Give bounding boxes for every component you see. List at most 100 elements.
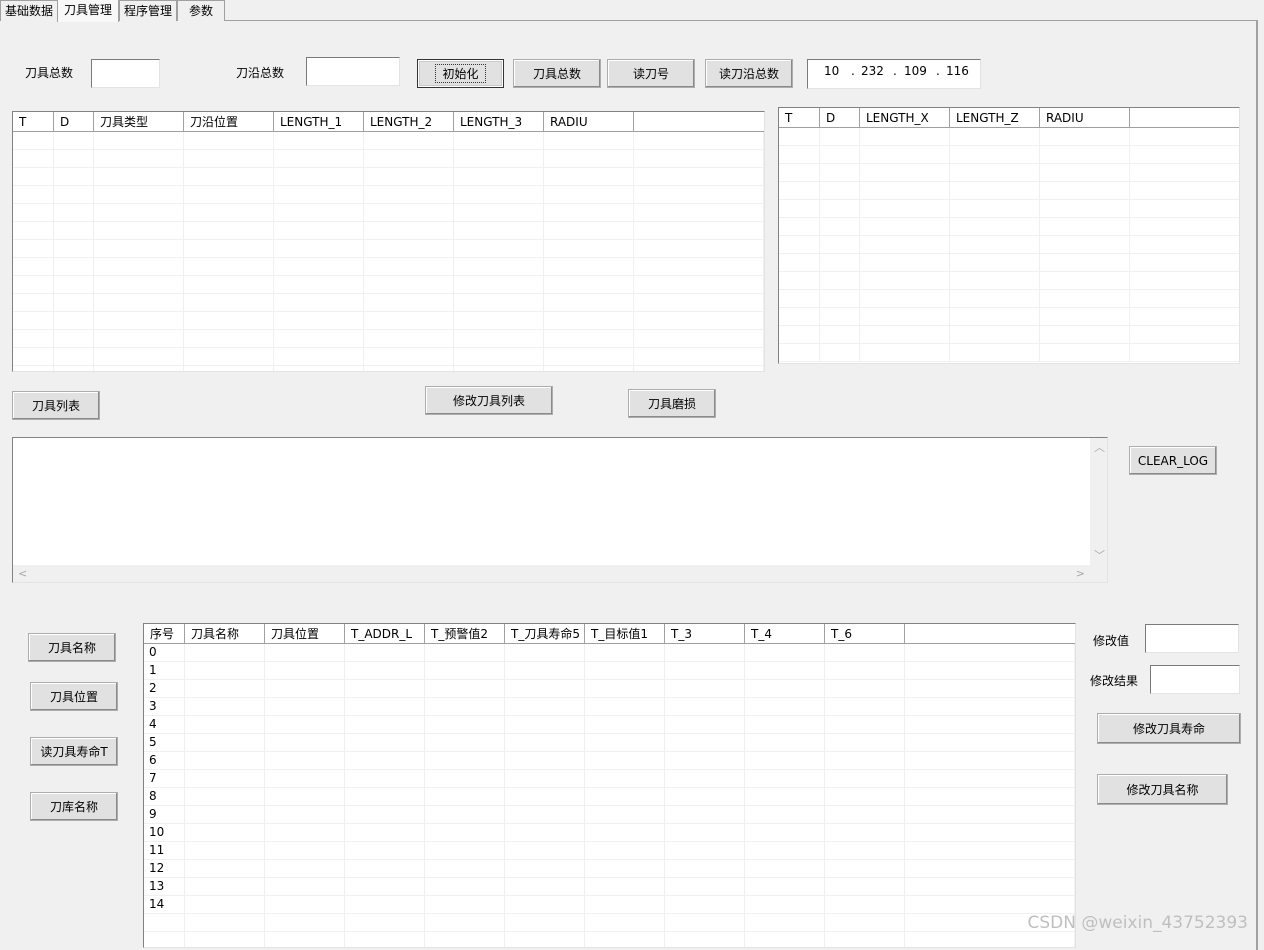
table-row[interactable] [13, 276, 764, 294]
column-header[interactable]: RADIU [544, 112, 634, 131]
table-row[interactable] [13, 132, 764, 150]
horizontal-scrollbar[interactable]: < > [13, 565, 1107, 582]
table-row[interactable] [13, 168, 764, 186]
column-header[interactable]: T_6 [825, 624, 905, 643]
table-row[interactable] [144, 932, 1075, 947]
table-row[interactable] [779, 236, 1239, 254]
log-textarea[interactable]: ︿ ﹀ < > [12, 437, 1108, 583]
modify-tool-life-button[interactable]: 修改刀具寿命 [1097, 713, 1241, 744]
ip-address-field[interactable]: 10 . 232 . 109 . 116 [807, 59, 981, 89]
column-header[interactable]: T_目标值1 [585, 624, 665, 643]
column-header[interactable]: LENGTH_1 [274, 112, 364, 131]
column-header[interactable]: T_预警值2 [425, 624, 505, 643]
table-row[interactable]: 12 [144, 860, 1075, 878]
table-row[interactable] [779, 290, 1239, 308]
table-row[interactable] [779, 218, 1239, 236]
table-row[interactable] [13, 258, 764, 276]
column-header[interactable]: 刀沿位置 [184, 112, 274, 131]
tool-total-button[interactable]: 刀具总数 [513, 59, 601, 88]
table-row[interactable]: 5 [144, 734, 1075, 752]
table-row[interactable] [13, 330, 764, 348]
tool-offset-table[interactable]: T D LENGTH_X LENGTH_Z RADIU [778, 107, 1240, 364]
table-row[interactable] [13, 240, 764, 258]
scroll-right-icon[interactable]: > [1076, 568, 1085, 579]
table-row[interactable] [13, 294, 764, 312]
column-header[interactable]: T_4 [745, 624, 825, 643]
tool-name-button[interactable]: 刀具名称 [28, 633, 116, 662]
ip-octet-1[interactable]: 10 [824, 64, 839, 78]
read-tool-life-button[interactable]: 读刀具寿命T [30, 737, 118, 766]
scroll-left-icon[interactable]: < [18, 568, 27, 579]
table-row[interactable] [13, 312, 764, 330]
column-header[interactable]: T [779, 108, 820, 127]
modify-value-field[interactable] [1145, 624, 1239, 653]
table-row[interactable]: 4 [144, 716, 1075, 734]
column-header[interactable]: 序号 [144, 624, 185, 643]
column-header[interactable]: LENGTH_2 [364, 112, 454, 131]
column-header[interactable]: LENGTH_3 [454, 112, 544, 131]
table-row[interactable]: 10 [144, 824, 1075, 842]
table-row[interactable] [779, 128, 1239, 146]
table-row[interactable] [144, 914, 1075, 932]
table-row[interactable] [779, 182, 1239, 200]
modify-tool-name-button[interactable]: 修改刀具名称 [1097, 774, 1228, 805]
read-edge-total-button[interactable]: 读刀沿总数 [705, 59, 793, 88]
column-header[interactable]: 刀具类型 [94, 112, 184, 131]
table-row[interactable] [779, 146, 1239, 164]
table-row[interactable] [779, 272, 1239, 290]
table-row[interactable]: 7 [144, 770, 1075, 788]
column-header[interactable]: 刀具名称 [185, 624, 265, 643]
table-row[interactable] [779, 308, 1239, 326]
column-header[interactable]: RADIU [1040, 108, 1130, 127]
column-header[interactable]: T_3 [665, 624, 745, 643]
table-row[interactable] [779, 344, 1239, 362]
tab-parameters[interactable]: 参数 [177, 0, 225, 21]
table-row[interactable]: 0 [144, 644, 1075, 662]
table-row[interactable] [779, 200, 1239, 218]
tool-edge-table[interactable]: T D 刀具类型 刀沿位置 LENGTH_1 LENGTH_2 LENGTH_3… [12, 111, 765, 372]
tab-tool-management[interactable]: 刀具管理 [57, 0, 119, 22]
column-header[interactable]: LENGTH_Z [950, 108, 1040, 127]
table-row[interactable]: 6 [144, 752, 1075, 770]
table-row[interactable]: 14 [144, 896, 1075, 914]
column-header[interactable]: T [13, 112, 54, 131]
column-header[interactable]: 刀具位置 [265, 624, 345, 643]
tool-position-button[interactable]: 刀具位置 [30, 682, 118, 711]
table-row[interactable] [13, 348, 764, 366]
table-row[interactable]: 13 [144, 878, 1075, 896]
table-row[interactable] [779, 326, 1239, 344]
table-row[interactable] [13, 222, 764, 240]
tab-basic-data[interactable]: 基础数据 [0, 0, 58, 21]
table-row[interactable] [13, 366, 764, 371]
table-row[interactable] [13, 186, 764, 204]
ip-octet-4[interactable]: 116 [946, 64, 969, 78]
column-header[interactable]: LENGTH_X [860, 108, 950, 127]
clear-log-button[interactable]: CLEAR_LOG [1129, 446, 1217, 475]
table-row[interactable] [779, 164, 1239, 182]
modify-tool-list-button[interactable]: 修改刀具列表 [425, 386, 553, 415]
table-row[interactable]: 9 [144, 806, 1075, 824]
edge-total-field[interactable] [306, 57, 400, 86]
init-button[interactable]: 初始化 [417, 59, 504, 88]
tool-total-field[interactable] [91, 59, 160, 88]
table-row[interactable]: 2 [144, 680, 1075, 698]
tool-wear-button[interactable]: 刀具磨损 [628, 389, 716, 418]
modify-result-field[interactable] [1150, 665, 1240, 694]
scroll-up-icon[interactable]: ︿ [1094, 442, 1105, 453]
read-tool-no-button[interactable]: 读刀号 [607, 59, 695, 88]
column-header[interactable]: T_刀具寿命5 [505, 624, 585, 643]
table-row[interactable]: 8 [144, 788, 1075, 806]
tool-list-button[interactable]: 刀具列表 [12, 391, 100, 420]
tool-life-table[interactable]: 序号 刀具名称 刀具位置 T_ADDR_L T_预警值2 T_刀具寿命5 T_目… [143, 623, 1076, 948]
vertical-scrollbar[interactable]: ︿ ﹀ [1090, 438, 1107, 565]
table-row[interactable]: 11 [144, 842, 1075, 860]
ip-octet-3[interactable]: 109 [904, 64, 927, 78]
tab-program-management[interactable]: 程序管理 [119, 0, 177, 21]
magazine-name-button[interactable]: 刀库名称 [30, 792, 118, 821]
column-header[interactable]: T_ADDR_L [345, 624, 425, 643]
table-row[interactable] [13, 150, 764, 168]
table-row[interactable] [779, 254, 1239, 272]
column-header[interactable]: D [820, 108, 860, 127]
table-row[interactable] [13, 204, 764, 222]
scroll-down-icon[interactable]: ﹀ [1094, 550, 1105, 561]
